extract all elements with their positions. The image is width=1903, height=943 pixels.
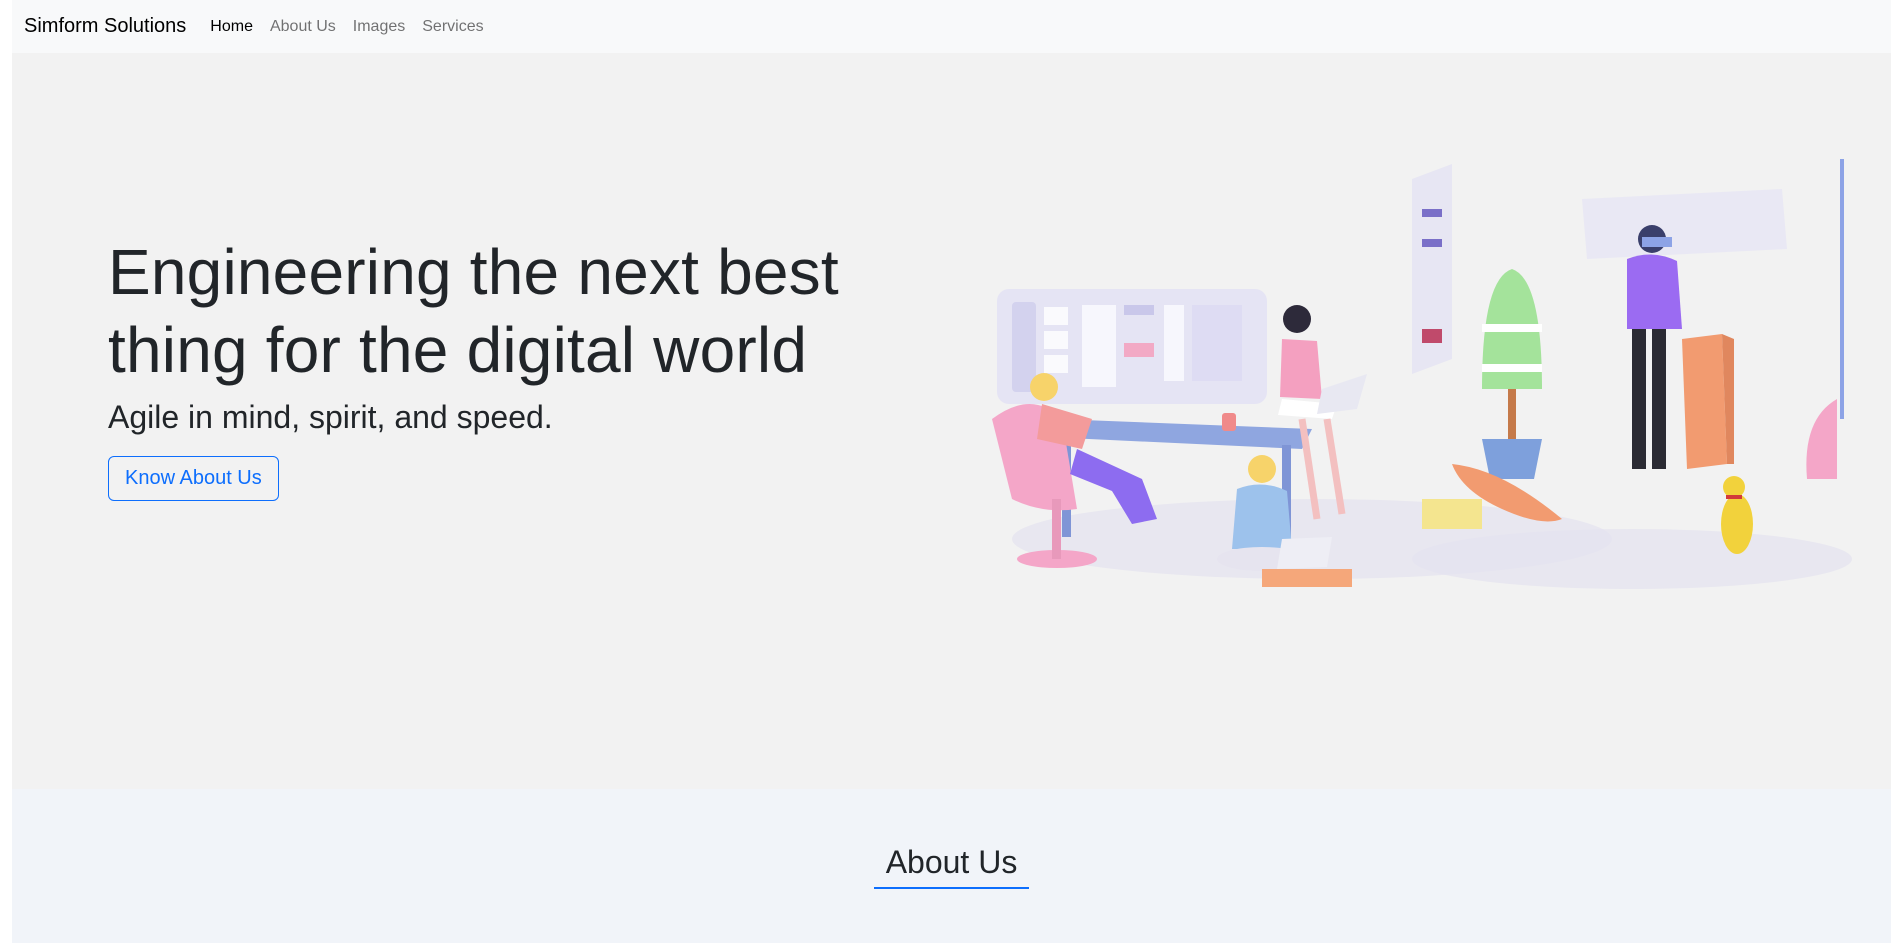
nav-link-images[interactable]: Images [353, 18, 405, 35]
nav-link-home[interactable]: Home [210, 18, 253, 35]
page: Simform Solutions Home About Us Images S… [12, 0, 1891, 943]
nav-link-services[interactable]: Services [422, 18, 483, 35]
nav-item-home: Home [210, 18, 253, 36]
hero-title-line1: Engineering the next best [108, 236, 839, 308]
hero-text: Engineering the next best thing for the … [108, 233, 888, 501]
know-about-us-button[interactable]: Know About Us [108, 456, 279, 501]
brand-link[interactable]: Simform Solutions [24, 15, 186, 38]
nav-link-about[interactable]: About Us [270, 18, 336, 35]
team-workspace-illustration [992, 159, 1852, 589]
nav-item-images: Images [353, 18, 405, 36]
nav-item-services: Services [422, 18, 483, 36]
navbar: Simform Solutions Home About Us Images S… [12, 0, 1891, 53]
hero-subtitle: Agile in mind, spirit, and speed. [108, 399, 553, 435]
about-title: About Us [873, 844, 1030, 889]
hero-title: Engineering the next best thing for the … [108, 233, 888, 389]
nav-item-about: About Us [270, 18, 336, 36]
nav-menu: Home About Us Images Services [210, 18, 483, 36]
about-section: About Us [12, 789, 1891, 943]
hero-section: Engineering the next best thing for the … [12, 53, 1891, 789]
hero-title-line2: thing for the digital world [108, 314, 808, 386]
